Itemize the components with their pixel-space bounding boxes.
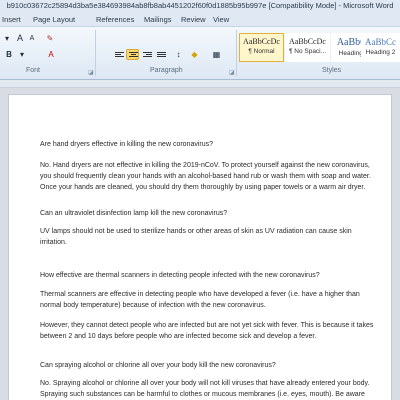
answer-thermal-scanners: Thermal scanners are effective in detect… xyxy=(40,291,360,309)
align-center-button[interactable] xyxy=(126,49,139,60)
style-no-spacing[interactable]: AaBbCcDc ¶ No Spaci... xyxy=(285,33,330,62)
style-name: ¶ Normal xyxy=(248,48,275,55)
answer-thermal-scanners-2: However, they cannot detect people who a… xyxy=(40,322,374,340)
group-label-font: Font xyxy=(26,67,41,74)
tab-review[interactable]: Review xyxy=(181,15,206,24)
borders-icon[interactable]: ▦ xyxy=(210,49,223,60)
ribbon: ▾ A A ✎ B ▾ A Font ◪ ↕ ◆ ▦ Paragraph ◪ A… xyxy=(0,26,400,80)
clear-formatting-icon[interactable]: ✎ xyxy=(44,33,56,44)
group-label-paragraph: Paragraph xyxy=(150,67,183,74)
window-title: b910c03672c25894d3ba5e384693984ab8fb8ab4… xyxy=(6,1,394,10)
document-canvas: Are hand dryers effective in killing the… xyxy=(0,88,400,400)
tab-page-layout[interactable]: Page Layout xyxy=(33,15,75,24)
bold-button[interactable]: B xyxy=(3,49,15,60)
style-sample: AaBbCcDc xyxy=(289,37,326,46)
question-hand-dryers: Are hand dryers effective in killing the… xyxy=(40,141,214,148)
style-sample: AaBbCcDc xyxy=(243,37,280,46)
strikethrough-icon[interactable]: ▾ xyxy=(16,49,28,60)
align-right-button[interactable] xyxy=(140,49,153,60)
answer-hand-dryers: No. Hand dryers are not effective in kil… xyxy=(40,162,371,191)
line-spacing-icon[interactable]: ↕ xyxy=(172,49,185,60)
style-name: ¶ No Spaci... xyxy=(288,48,327,55)
tab-view[interactable]: View xyxy=(213,15,229,24)
question-thermal-scanners: How effective are thermal scanners in de… xyxy=(40,272,320,279)
tab-references[interactable]: References xyxy=(96,15,134,24)
style-heading-2[interactable]: AaBbCc Heading 2 xyxy=(361,33,400,62)
document-page[interactable]: Are hand dryers effective in killing the… xyxy=(8,94,392,400)
ribbon-tabs: Insert Page Layout References Mailings R… xyxy=(0,14,400,26)
style-sample: AaBbCc xyxy=(365,37,396,47)
grow-font-button[interactable]: A xyxy=(14,33,26,44)
question-spraying-alcohol: Can spraying alcohol or chlorine all ove… xyxy=(40,362,276,369)
tab-insert[interactable]: Insert xyxy=(2,15,21,24)
horizontal-ruler[interactable] xyxy=(0,80,400,88)
shrink-font-button[interactable]: A xyxy=(27,33,37,44)
group-label-styles: Styles xyxy=(322,67,342,74)
justify-button[interactable] xyxy=(154,49,167,60)
group-divider xyxy=(236,30,237,76)
question-uv-lamp: Can an ultraviolet disinfection lamp kil… xyxy=(40,210,228,217)
style-normal[interactable]: AaBbCcDc ¶ Normal xyxy=(239,33,284,62)
font-dialog-launcher-icon[interactable]: ◪ xyxy=(88,69,94,76)
window-titlebar: b910c03672c25894d3ba5e384693984ab8fb8ab4… xyxy=(0,0,400,14)
tab-mailings[interactable]: Mailings xyxy=(144,15,172,24)
align-left-button[interactable] xyxy=(112,49,125,60)
font-color-icon[interactable]: A xyxy=(44,49,58,60)
answer-uv-lamp: UV lamps should not be used to sterilize… xyxy=(40,228,352,246)
style-name: Heading 2 xyxy=(365,49,396,56)
shading-icon[interactable]: ◆ xyxy=(188,49,201,60)
dropdown-arrow-icon[interactable]: ▾ xyxy=(3,33,11,44)
paragraph-dialog-launcher-icon[interactable]: ◪ xyxy=(229,69,235,76)
answer-spraying-alcohol: No. Spraying alcohol or chlorine all ove… xyxy=(40,380,370,398)
group-divider xyxy=(95,30,96,76)
